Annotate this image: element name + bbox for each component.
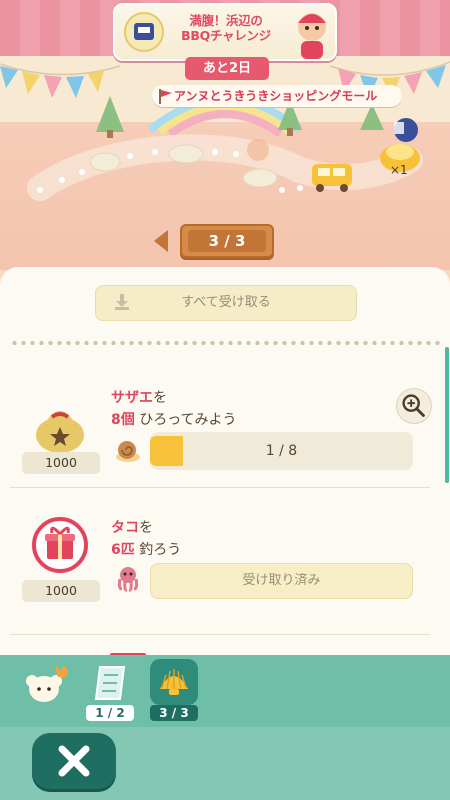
event-title: 満腹！浜辺の BBQチャレンジ <box>167 13 285 43</box>
days-left-badge: あと2日 <box>185 57 269 80</box>
page-indicator-text: 3 / 3 <box>188 230 266 252</box>
task-action: 釣ろう <box>134 542 182 558</box>
tab-count: 1 / 2 <box>86 705 134 721</box>
claimed-status: 受け取り済み <box>150 563 413 599</box>
villager-character-icon <box>298 13 326 59</box>
task-particle: を <box>139 520 153 536</box>
event-bbq-icon <box>124 12 164 52</box>
flag-icon <box>159 89 172 104</box>
download-icon <box>115 294 129 310</box>
event-scene: ×1 満腹！浜辺の BBQチャレンジ あと2日 アンヌとうきうきショッピングモー… <box>0 0 450 270</box>
progress-text: 1 / 8 <box>265 443 298 459</box>
chevron-left-icon[interactable] <box>150 228 172 254</box>
task-title-line1: サザエを <box>111 387 167 407</box>
challenge-panel: すべて受け取る 1000 サザエを 8個 ひろってみよう 1 / 8 1000 … <box>0 267 450 687</box>
gift-icon <box>32 517 88 573</box>
task-item-name: サザエ <box>111 390 153 406</box>
snail-icon <box>116 441 140 462</box>
task-title-line2: 6匹 釣ろう <box>111 539 181 559</box>
task-progress-bar: 1 / 8 <box>150 432 413 470</box>
leaf-ticket-bag-icon <box>36 411 84 453</box>
task-title-line2: 8個 ひろってみよう <box>111 409 237 429</box>
location-name: アンヌとうきうきショッピングモール <box>174 89 378 103</box>
tab-shell[interactable]: 3 / 3 <box>146 655 202 725</box>
task-count: 6匹 <box>111 542 135 558</box>
map-icon <box>94 666 126 700</box>
receive-all-label: すべて受け取る <box>181 295 271 310</box>
task-count: 8個 <box>111 412 135 428</box>
task-divider <box>10 634 430 635</box>
zoom-button[interactable] <box>396 388 432 424</box>
task-item-name: タコ <box>111 520 139 536</box>
location-label[interactable]: アンヌとうきうきショッピングモール <box>152 85 402 107</box>
page-indicator: 3 / 3 <box>180 224 274 258</box>
octopus-icon <box>117 567 139 592</box>
page-navigator: 3 / 3 <box>150 222 280 260</box>
isabelle-crown-icon <box>26 665 68 702</box>
magnifier-plus-icon <box>402 394 425 417</box>
tab-profile[interactable] <box>18 655 74 725</box>
shell-icon <box>150 659 198 705</box>
reward-amount: 1000 <box>22 580 100 602</box>
reward-amount: 1000 <box>22 452 100 474</box>
close-icon <box>58 745 90 777</box>
close-button[interactable] <box>32 733 116 789</box>
event-title-line2: BBQチャレンジ <box>181 28 271 43</box>
task-divider <box>10 487 430 488</box>
task-item: 1000 サザエを 8個 ひろってみよう 1 / 8 <box>0 367 440 487</box>
tab-map-1[interactable]: 1 / 2 <box>82 655 138 725</box>
reward-multiplier: ×1 <box>390 163 408 177</box>
scrollbar[interactable] <box>445 347 449 483</box>
task-title-line1: タコを <box>111 517 153 537</box>
event-title-line1: 満腹！浜辺の <box>189 13 263 28</box>
task-particle: を <box>153 390 167 406</box>
receive-all-button[interactable]: すべて受け取る <box>95 285 357 321</box>
task-item: 1000 タコを 6匹 釣ろう 受け取り済み <box>0 495 440 615</box>
tab-count: 3 / 3 <box>150 705 198 721</box>
dotted-divider <box>10 340 440 346</box>
event-banner[interactable]: 満腹！浜辺の BBQチャレンジ <box>113 3 337 61</box>
task-action: ひろってみよう <box>134 412 237 428</box>
